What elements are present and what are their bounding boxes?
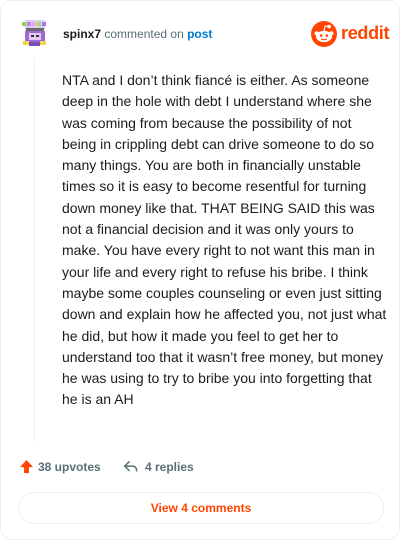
thread-line[interactable] xyxy=(34,59,35,441)
comment-body: NTA and I don’t think fiancé is either. … xyxy=(62,72,387,408)
upvote-count: 38 upvotes xyxy=(38,460,101,474)
reply-count: 4 replies xyxy=(145,460,194,474)
reddit-brand[interactable]: reddit xyxy=(311,21,390,47)
comment-meta: spinx7 commented on post xyxy=(63,27,212,41)
username-link[interactable]: spinx7 xyxy=(63,27,101,41)
upvote-arrow-icon xyxy=(19,459,34,474)
post-link[interactable]: post xyxy=(187,27,212,41)
comment-card: spinx7 commented on post reddit NTA and … xyxy=(0,0,400,540)
reddit-wordmark: reddit xyxy=(341,23,390,43)
reply-arrow-icon xyxy=(123,461,138,472)
avatar[interactable] xyxy=(19,17,49,47)
pixel-avatar-icon xyxy=(19,17,49,47)
commented-on-text: commented on xyxy=(104,27,184,41)
upvote-button[interactable]: 38 upvotes xyxy=(19,457,109,477)
comment-header: spinx7 commented on post reddit xyxy=(19,17,390,53)
replies-button[interactable]: 4 replies xyxy=(123,457,203,477)
view-comments-button[interactable]: View 4 comments xyxy=(18,492,384,524)
reddit-snoo-icon xyxy=(311,21,337,47)
